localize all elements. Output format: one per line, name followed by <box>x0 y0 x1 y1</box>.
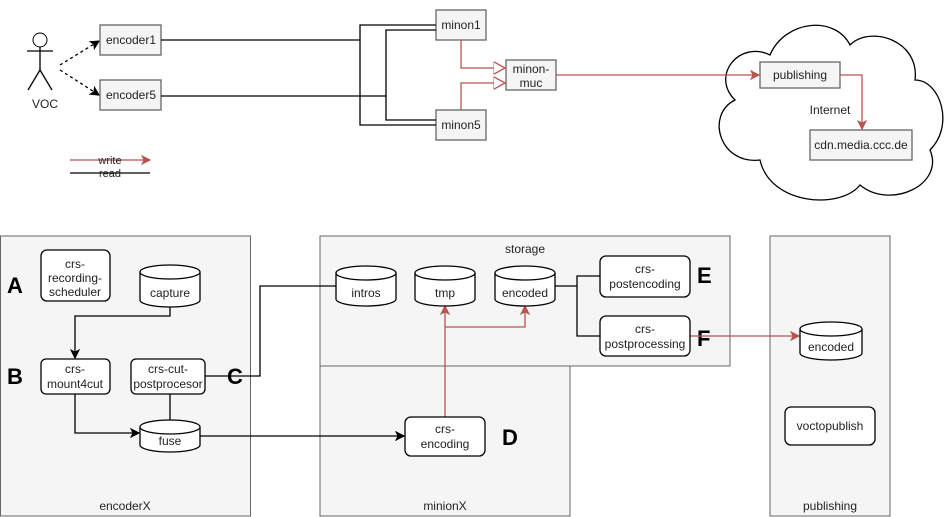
encoder1-label: encoder1 <box>106 33 156 47</box>
step-label-a: A <box>7 273 23 298</box>
minon1-label: minon1 <box>441 18 481 32</box>
cut-postprocesor-label: postprocesor <box>133 377 202 391</box>
cut-postprocesor-label: crs-cut- <box>148 362 188 376</box>
architecture-diagram: VOC encoder1 encoder5 minon1 minon5 mino… <box>0 9 944 517</box>
internet-label: Internet <box>810 103 851 117</box>
tmp-label: tmp <box>435 286 455 300</box>
step-label-d: D <box>502 425 518 450</box>
step-label-b: B <box>7 364 23 389</box>
fuse-label: fuse <box>159 434 182 448</box>
encoded-storage[interactable]: encoded <box>494 265 556 307</box>
minionx-label: minionX <box>423 499 466 513</box>
intros-label: intros <box>351 286 380 300</box>
step-label-e: E <box>697 263 712 288</box>
publishing-encoded-label: encoded <box>808 340 854 354</box>
read-connections <box>161 24 436 126</box>
voc-actor <box>27 32 53 91</box>
voctopublish-label: voctopublish <box>797 419 864 433</box>
minon5-write-arrow <box>460 83 505 110</box>
voc-to-encoder5-arrow <box>59 69 101 96</box>
encoded-label: encoded <box>502 286 548 300</box>
fuse-storage[interactable]: fuse <box>139 419 201 453</box>
capture-label: capture <box>150 286 190 300</box>
publishing-label: publishing <box>773 68 827 82</box>
storage-label: storage <box>505 242 545 256</box>
minon-muc-label: minon- <box>513 62 550 76</box>
legend-write-label: write <box>97 155 121 167</box>
postprocessing-label: crs- <box>635 322 655 336</box>
voc-label: VOC <box>32 97 58 111</box>
minon-muc-label: muc <box>520 76 543 90</box>
intros-storage[interactable]: intros <box>335 265 397 307</box>
capture-storage[interactable]: capture <box>139 264 201 308</box>
minon1-write-arrow <box>460 40 505 68</box>
scheduler-label: scheduler <box>49 285 101 299</box>
publishing-container-label: publishing <box>803 499 857 513</box>
tmp-storage[interactable]: tmp <box>414 265 476 307</box>
publishing-container <box>769 235 891 517</box>
cdn-label: cdn.media.ccc.de <box>814 138 908 152</box>
publishing-encoded-storage[interactable]: encoded <box>799 321 863 361</box>
mount4cut-label: crs- <box>65 362 85 376</box>
mount4cut-label: mount4cut <box>47 377 104 391</box>
voc-to-encoder1-arrow <box>59 40 101 66</box>
scheduler-label: recording- <box>48 271 102 285</box>
postencoding-label: postencoding <box>609 277 680 291</box>
step-label-f: F <box>697 326 710 351</box>
encoding-label: encoding <box>421 437 470 451</box>
encoder5-label: encoder5 <box>106 88 156 102</box>
encoderx-label: encoderX <box>99 499 150 513</box>
scheduler-label: crs- <box>65 257 85 271</box>
postencoding-label: crs- <box>635 262 655 276</box>
postprocessing-label: postprocessing <box>605 337 686 351</box>
encoding-label: crs- <box>435 422 455 436</box>
legend-read-label: read <box>99 168 121 180</box>
minon5-label: minon5 <box>441 118 481 132</box>
